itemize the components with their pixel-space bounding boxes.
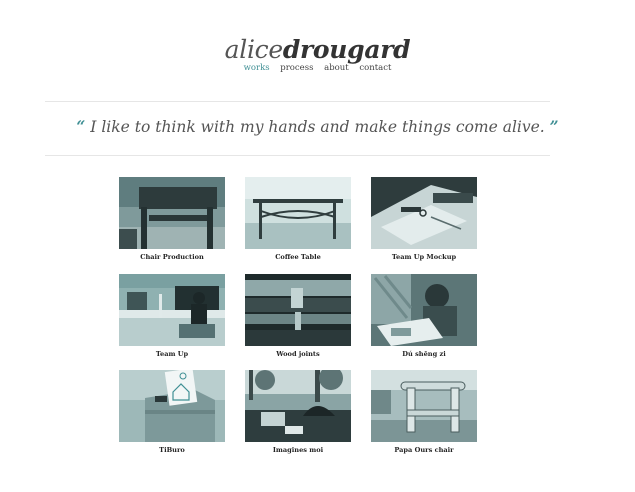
logo-last-name: drougard	[282, 35, 411, 64]
work-item-papa-ours-chair[interactable]: Papa Ours chair	[371, 370, 477, 454]
work-title: Wood joints	[276, 350, 320, 358]
work-item-imagines-moi[interactable]: Imagines moi	[245, 370, 351, 454]
work-item-du-sheng-zi[interactable]: Dú shēng zi	[371, 274, 477, 358]
work-item-team-up[interactable]: Team Up	[119, 274, 225, 358]
desk-tools-image	[371, 177, 477, 249]
work-title: Team Up	[155, 350, 189, 358]
work-title: Team Up Mockup	[391, 253, 457, 261]
work-title: Imagines moi	[272, 446, 324, 454]
tagline-quote: “ I like to think with my hands and make…	[0, 116, 635, 138]
work-title: Coffee Table	[275, 253, 321, 261]
cardboard-box-image	[119, 370, 225, 442]
quote-close-mark: ”	[549, 117, 559, 136]
nav-process[interactable]: process	[280, 63, 313, 73]
work-title: Chair Production	[140, 253, 204, 261]
nav-works[interactable]: works	[244, 63, 270, 73]
site-logo[interactable]: alicedrougard	[0, 36, 635, 64]
divider-top	[45, 101, 550, 102]
quote-open-mark: “	[76, 117, 86, 136]
logo-first-name: alice	[224, 35, 284, 64]
child-drawing-image	[371, 274, 477, 346]
work-item-team-up-mockup[interactable]: Team Up Mockup	[371, 177, 477, 261]
work-item-chair-production[interactable]: Chair Production	[119, 177, 225, 261]
work-title: TiBuro	[159, 446, 185, 454]
table-image	[245, 177, 351, 249]
office-image	[119, 274, 225, 346]
quote-text: I like to think with my hands and make t…	[90, 118, 545, 136]
work-title: Dú shēng zi	[402, 350, 446, 358]
chair-image	[119, 177, 225, 249]
outdoor-scene-image	[245, 370, 351, 442]
work-item-coffee-table[interactable]: Coffee Table	[245, 177, 351, 261]
main-nav: works process about contact	[0, 63, 635, 73]
nav-contact[interactable]: contact	[359, 63, 391, 73]
log-chair-image	[371, 370, 477, 442]
wood-joint-image	[245, 274, 351, 346]
work-item-wood-joints[interactable]: Wood joints	[245, 274, 351, 358]
divider-bottom	[45, 155, 550, 156]
work-title: Papa Ours chair	[394, 446, 454, 454]
work-item-tiburo[interactable]: TiBuro	[119, 370, 225, 454]
nav-about[interactable]: about	[324, 63, 349, 73]
